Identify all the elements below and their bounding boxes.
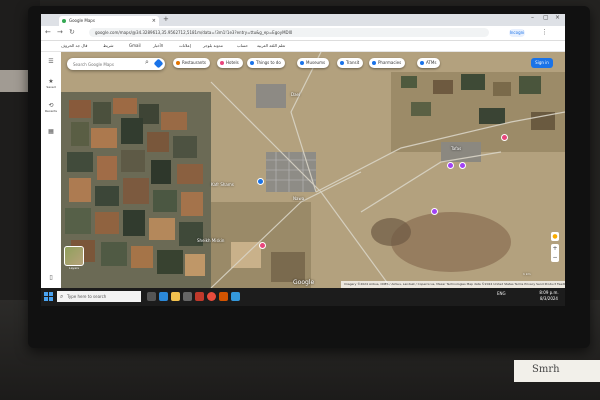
satellite-map[interactable]: ⌕ Restaurants Hotels Things to do Museum… xyxy=(61,52,565,288)
atm-icon xyxy=(420,61,424,65)
tray-language[interactable]: ENG xyxy=(497,291,506,296)
hamburger-icon: ☰ xyxy=(48,58,54,65)
tab-title: Google Maps xyxy=(69,18,95,23)
bookmarks-bar: قال جد الحروف شريط Gmail الأخبار إعلانات… xyxy=(41,41,565,52)
transit-icon xyxy=(340,61,344,65)
app-icon[interactable] xyxy=(195,292,204,301)
recents-button[interactable]: ⟲ Recents xyxy=(43,102,59,113)
google-logo: Google xyxy=(293,279,315,286)
left-rail: ☰ ★ Saved ⟲ Recents ▦ ▯ xyxy=(41,52,61,288)
maps-favicon-icon xyxy=(62,19,66,23)
bookmark-icon: ★ xyxy=(48,78,54,85)
clock-date: 8/3/2024 xyxy=(540,296,558,301)
screen: Google Maps × + – ▢ × ← → ↻ google.com/m… xyxy=(41,14,565,306)
forward-icon[interactable]: → xyxy=(57,28,63,36)
restaurant-icon xyxy=(176,61,180,65)
legal-footer: Imagery ©2024 Airbus, CNES / Airbus, Lan… xyxy=(341,281,565,288)
app-icon[interactable] xyxy=(231,292,240,301)
scale-label: 1 km xyxy=(523,272,531,276)
bookmark-item[interactable]: حساب xyxy=(237,42,248,50)
satellite-imagery xyxy=(61,52,565,288)
file-explorer-icon[interactable] xyxy=(171,292,180,301)
zoom-in-icon[interactable]: + xyxy=(551,244,559,253)
recents-label: Recents xyxy=(45,109,57,113)
pharmacy-icon xyxy=(372,61,376,65)
tab-google-maps[interactable]: Google Maps × xyxy=(59,16,159,26)
recent-place-thumbnail[interactable]: ▦ xyxy=(43,128,59,135)
zoom-out-icon[interactable]: − xyxy=(551,253,559,262)
place-label[interactable]: Sheikh Miskin xyxy=(197,238,224,243)
close-window-icon[interactable]: × xyxy=(555,14,560,21)
taskbar-search[interactable]: ⌕ Type here to search xyxy=(57,291,141,302)
url-field[interactable]: google.com/maps/@34.3289613,35.9562712,5… xyxy=(89,28,489,37)
chip-things-to-do[interactable]: Things to do xyxy=(247,58,285,68)
place-pin-icon[interactable] xyxy=(459,162,466,169)
phone-icon[interactable]: ▯ xyxy=(43,274,59,281)
place-pin-icon[interactable] xyxy=(501,134,508,141)
bookmark-item[interactable]: Gmail xyxy=(129,42,141,50)
taskbar-clock[interactable]: 8:09 p.m. 8/3/2024 xyxy=(535,290,563,302)
search-input[interactable] xyxy=(73,59,143,69)
saved-button[interactable]: ★ Saved xyxy=(43,78,59,89)
sign-in-button[interactable]: Sign in xyxy=(531,58,553,68)
search-icon: ⌕ xyxy=(60,293,64,300)
layers-button[interactable] xyxy=(64,246,84,266)
place-label[interactable]: Nawa xyxy=(293,196,304,201)
google-maps-app: ☰ ★ Saved ⟲ Recents ▦ ▯ Search Google Ma… xyxy=(41,52,565,288)
menu-icon[interactable]: ⋮ xyxy=(541,28,548,36)
windows-taskbar: ⌕ Type here to search ENG 8:09 p.m. 8/3/… xyxy=(41,288,565,306)
taskbar-search-placeholder: Type here to search xyxy=(67,294,107,299)
chip-restaurants[interactable]: Restaurants xyxy=(173,58,210,68)
camera-icon xyxy=(250,61,254,65)
chip-museums[interactable]: Museums xyxy=(297,58,330,68)
maximize-icon[interactable]: ▢ xyxy=(543,14,549,21)
close-tab-icon[interactable]: × xyxy=(152,16,156,26)
bookmark-item[interactable]: قال جد الحروف xyxy=(61,42,87,50)
pegman-icon[interactable]: ● xyxy=(551,232,559,241)
search-box[interactable]: ⌕ xyxy=(67,58,165,70)
chrome-icon[interactable] xyxy=(207,292,216,301)
tab-bar: Google Maps × + – ▢ × xyxy=(41,14,565,26)
bookmark-item[interactable]: مدونة بلوجر xyxy=(203,42,223,50)
reload-icon[interactable]: ↻ xyxy=(69,28,75,36)
bookmark-item[interactable]: الأخبار xyxy=(153,42,163,50)
layers-label: Layers xyxy=(69,266,79,270)
windows-start-icon[interactable] xyxy=(44,292,53,301)
edge-icon[interactable] xyxy=(159,292,168,301)
place-pin-icon[interactable] xyxy=(257,178,264,185)
chip-transit[interactable]: Transit xyxy=(337,58,364,68)
hotel-icon xyxy=(220,61,224,65)
menu-button[interactable]: ☰ xyxy=(43,58,59,65)
chip-atms[interactable]: ATMs xyxy=(417,58,441,68)
place-pin-icon[interactable] xyxy=(259,242,266,249)
task-view-icon[interactable] xyxy=(147,292,156,301)
search-icon[interactable]: ⌕ xyxy=(145,58,149,67)
zoom-control[interactable]: + − xyxy=(551,244,559,262)
chip-pharmacies[interactable]: Pharmacies xyxy=(369,58,406,68)
app-icon[interactable] xyxy=(219,292,228,301)
directions-icon[interactable] xyxy=(153,58,164,69)
bookmark-item[interactable]: تعلم اللغة العربية xyxy=(257,42,285,50)
bookmark-item[interactable]: شريط xyxy=(103,42,113,50)
desk-sticker: Smrh xyxy=(514,360,600,382)
saved-label: Saved xyxy=(46,85,56,89)
bookmark-item[interactable]: إعلانات xyxy=(179,42,191,50)
museum-icon xyxy=(300,61,304,65)
place-thumbnail-icon: ▦ xyxy=(48,128,54,135)
place-label[interactable]: Tafas xyxy=(451,146,461,151)
minimize-icon[interactable]: – xyxy=(531,14,534,21)
place-pin-icon[interactable] xyxy=(431,208,438,215)
place-label[interactable]: Dael xyxy=(291,92,300,97)
new-tab-icon[interactable]: + xyxy=(163,15,169,23)
address-toolbar: ← → ↻ google.com/maps/@34.3289613,35.956… xyxy=(41,26,565,41)
place-pin-icon[interactable] xyxy=(447,162,454,169)
store-icon[interactable] xyxy=(183,292,192,301)
back-icon[interactable]: ← xyxy=(45,28,51,36)
incognito-badge[interactable]: Incogni xyxy=(509,29,525,37)
history-icon: ⟲ xyxy=(48,102,54,109)
place-label[interactable]: Kafr Shams xyxy=(211,182,234,187)
chip-hotels[interactable]: Hotels xyxy=(217,58,243,68)
